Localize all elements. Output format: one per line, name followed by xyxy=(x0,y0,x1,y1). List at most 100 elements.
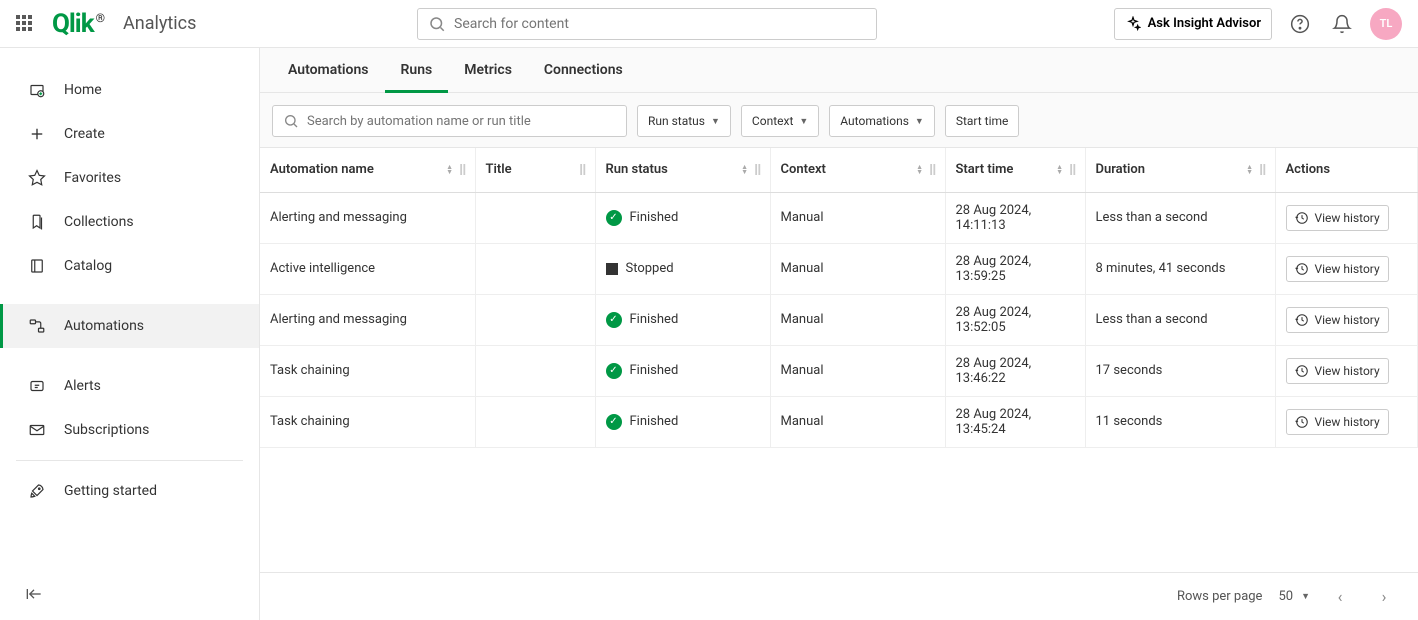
rows-per-page-select[interactable]: 50 ▼ xyxy=(1278,589,1310,604)
filter-start-time[interactable]: Start time xyxy=(945,105,1020,137)
th-automation-name[interactable]: Automation name▲▼‖ xyxy=(260,148,475,192)
sidebar-item-catalog[interactable]: Catalog xyxy=(0,244,259,288)
checkmark-circle-icon: ✓ xyxy=(606,210,622,226)
sidebar-label: Collections xyxy=(64,214,134,230)
th-run-status[interactable]: Run status▲▼‖ xyxy=(595,148,770,192)
cell-context: Manual xyxy=(770,243,945,294)
status-text: Stopped xyxy=(626,261,674,276)
history-icon xyxy=(1295,364,1309,378)
view-history-button[interactable]: View history xyxy=(1286,205,1389,231)
resize-icon[interactable]: ‖ xyxy=(579,161,584,179)
ask-insight-label: Ask Insight Advisor xyxy=(1148,16,1261,31)
chevron-down-icon: ▼ xyxy=(1301,591,1310,602)
home-icon xyxy=(28,81,46,99)
sidebar-item-collections[interactable]: Collections xyxy=(0,200,259,244)
avatar-initials: TL xyxy=(1380,17,1393,30)
status-text: Finished xyxy=(630,414,679,429)
sparkle-icon xyxy=(1125,16,1141,32)
global-search[interactable] xyxy=(417,8,877,40)
sidebar-item-alerts[interactable]: Alerts xyxy=(0,364,259,408)
th-duration[interactable]: Duration▲▼‖ xyxy=(1085,148,1275,192)
view-history-button[interactable]: View history xyxy=(1286,409,1389,435)
tab-automations[interactable]: Automations xyxy=(272,48,385,92)
history-icon xyxy=(1295,415,1309,429)
sidebar-item-favorites[interactable]: Favorites xyxy=(0,156,259,200)
cell-start-time: 28 Aug 2024, 13:52:05 xyxy=(945,294,1085,345)
tab-runs[interactable]: Runs xyxy=(385,48,449,92)
view-history-button[interactable]: View history xyxy=(1286,307,1389,333)
plus-icon xyxy=(28,125,46,143)
filter-label: Run status xyxy=(648,114,705,128)
filter-context[interactable]: Context ▼ xyxy=(741,105,819,137)
cell-duration: Less than a second xyxy=(1085,294,1275,345)
next-page-button[interactable]: › xyxy=(1370,583,1398,611)
sidebar-item-automations[interactable]: Automations xyxy=(0,304,259,348)
cell-title xyxy=(475,192,595,243)
table-search[interactable] xyxy=(272,105,627,137)
table-search-input[interactable] xyxy=(307,114,616,129)
app-launcher-icon[interactable] xyxy=(16,15,34,33)
star-icon xyxy=(28,169,46,187)
resize-icon[interactable]: ‖ xyxy=(1069,161,1074,179)
prev-page-button[interactable]: ‹ xyxy=(1326,583,1354,611)
ask-insight-advisor-button[interactable]: Ask Insight Advisor xyxy=(1114,8,1272,40)
collapse-sidebar-button[interactable] xyxy=(24,584,44,604)
view-history-button[interactable]: View history xyxy=(1286,256,1389,282)
brand-logo[interactable]: Qlik ® xyxy=(52,9,105,39)
view-history-label: View history xyxy=(1315,211,1380,225)
cell-title xyxy=(475,396,595,447)
view-history-button[interactable]: View history xyxy=(1286,358,1389,384)
user-avatar[interactable]: TL xyxy=(1370,8,1402,40)
checkmark-circle-icon: ✓ xyxy=(606,363,622,379)
resize-icon[interactable]: ‖ xyxy=(754,161,759,179)
sort-icon: ▲▼ xyxy=(741,165,748,175)
cell-actions: View history xyxy=(1275,243,1418,294)
sidebar-item-getting-started[interactable]: Getting started xyxy=(0,469,259,513)
help-icon[interactable] xyxy=(1286,10,1314,38)
sort-icon: ▲▼ xyxy=(1246,165,1253,175)
cell-automation-name: Task chaining xyxy=(260,396,475,447)
alert-icon xyxy=(28,377,46,395)
filter-run-status[interactable]: Run status ▼ xyxy=(637,105,731,137)
history-icon xyxy=(1295,262,1309,276)
sidebar-label: Create xyxy=(64,126,105,142)
runs-table: Automation name▲▼‖ Title‖ Run status▲▼‖ … xyxy=(260,148,1418,448)
resize-icon[interactable]: ‖ xyxy=(1259,161,1264,179)
filter-label: Start time xyxy=(956,114,1009,128)
th-start-time[interactable]: Start time▲▼‖ xyxy=(945,148,1085,192)
sidebar-item-subscriptions[interactable]: Subscriptions xyxy=(0,408,259,452)
cell-run-status: ✓Finished xyxy=(595,192,770,243)
brand-text: Qlik xyxy=(52,9,94,39)
chevron-down-icon: ▼ xyxy=(915,116,924,127)
cell-start-time: 28 Aug 2024, 13:46:22 xyxy=(945,345,1085,396)
cell-context: Manual xyxy=(770,294,945,345)
search-icon xyxy=(428,15,446,33)
th-context[interactable]: Context▲▼‖ xyxy=(770,148,945,192)
tab-metrics[interactable]: Metrics xyxy=(448,48,528,92)
rows-value: 50 xyxy=(1278,589,1293,604)
sidebar-label: Catalog xyxy=(64,258,112,274)
global-search-input[interactable] xyxy=(454,16,866,32)
sidebar-label: Automations xyxy=(64,318,144,334)
resize-icon[interactable]: ‖ xyxy=(459,161,464,179)
cell-duration: 17 seconds xyxy=(1085,345,1275,396)
trademark-icon: ® xyxy=(96,11,105,25)
cell-automation-name: Active intelligence xyxy=(260,243,475,294)
bookmark-icon xyxy=(28,213,46,231)
th-title[interactable]: Title‖ xyxy=(475,148,595,192)
cell-run-status: Stopped xyxy=(595,243,770,294)
cell-automation-name: Task chaining xyxy=(260,345,475,396)
sort-icon: ▲▼ xyxy=(1056,165,1063,175)
tab-connections[interactable]: Connections xyxy=(528,48,639,92)
notifications-icon[interactable] xyxy=(1328,10,1356,38)
filter-automations[interactable]: Automations ▼ xyxy=(829,105,935,137)
mail-icon xyxy=(28,421,46,439)
cell-context: Manual xyxy=(770,345,945,396)
chevron-down-icon: ▼ xyxy=(711,116,720,127)
sidebar-item-create[interactable]: Create xyxy=(0,112,259,156)
resize-icon[interactable]: ‖ xyxy=(929,161,934,179)
sidebar-item-home[interactable]: Home xyxy=(0,68,259,112)
cell-start-time: 28 Aug 2024, 13:59:25 xyxy=(945,243,1085,294)
table-row: Task chaining✓FinishedManual28 Aug 2024,… xyxy=(260,345,1418,396)
book-icon xyxy=(28,257,46,275)
